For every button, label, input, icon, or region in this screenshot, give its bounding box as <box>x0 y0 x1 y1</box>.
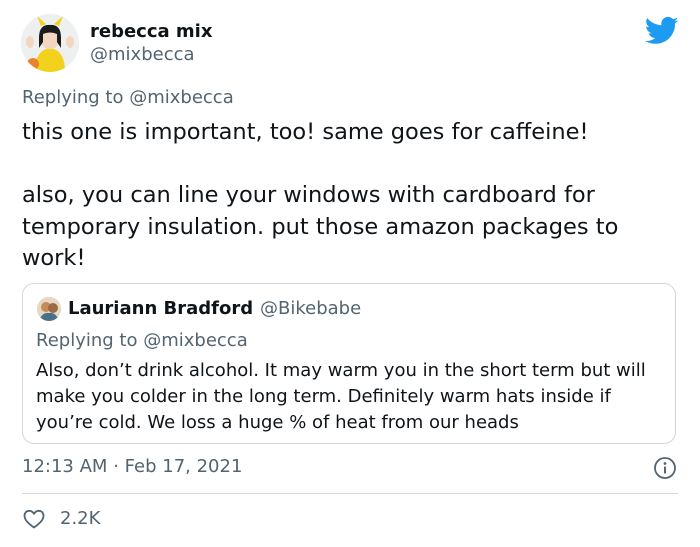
tweet-text-paragraph: also, you can line your windows with car… <box>22 182 619 271</box>
heart-icon[interactable] <box>22 507 46 531</box>
tweet-timestamp[interactable]: 12:13 AM · Feb 17, 2021 <box>22 455 242 479</box>
tweet-text: this one is important, too! same goes fo… <box>22 117 682 275</box>
tweet-time: 12:13 AM <box>22 456 108 477</box>
quoted-replying-to-label: Replying to <box>36 330 138 351</box>
quoted-replying-to: Replying to @mixbecca <box>36 329 248 353</box>
author-avatar[interactable] <box>21 14 79 72</box>
quoted-replying-to-handle[interactable]: @mixbecca <box>143 330 248 351</box>
replying-to: Replying to @mixbecca <box>22 86 234 110</box>
quoted-author-avatar[interactable] <box>37 297 61 321</box>
replying-to-label: Replying to <box>22 87 124 108</box>
info-icon[interactable] <box>653 456 677 480</box>
quoted-author-name[interactable]: Lauriann Bradford <box>68 297 253 321</box>
quoted-tweet-text: Also, don’t drink alcohol. It may warm y… <box>36 360 646 433</box>
tweet-text-paragraph: this one is important, too! same goes fo… <box>22 119 589 145</box>
quoted-tweet[interactable]: Lauriann Bradford @Bikebabe Replying to … <box>22 283 676 444</box>
tweet-date: Feb 17, 2021 <box>124 456 243 477</box>
twitter-bird-icon[interactable] <box>644 16 679 46</box>
replying-to-handle[interactable]: @mixbecca <box>129 87 234 108</box>
divider <box>22 493 678 494</box>
author-handle[interactable]: @mixbecca <box>90 43 195 67</box>
like-count[interactable]: 2.2K <box>60 507 100 531</box>
quoted-author-handle[interactable]: @Bikebabe <box>260 297 361 321</box>
author-name[interactable]: rebecca mix <box>90 20 212 44</box>
meta-separator: · <box>113 456 119 477</box>
